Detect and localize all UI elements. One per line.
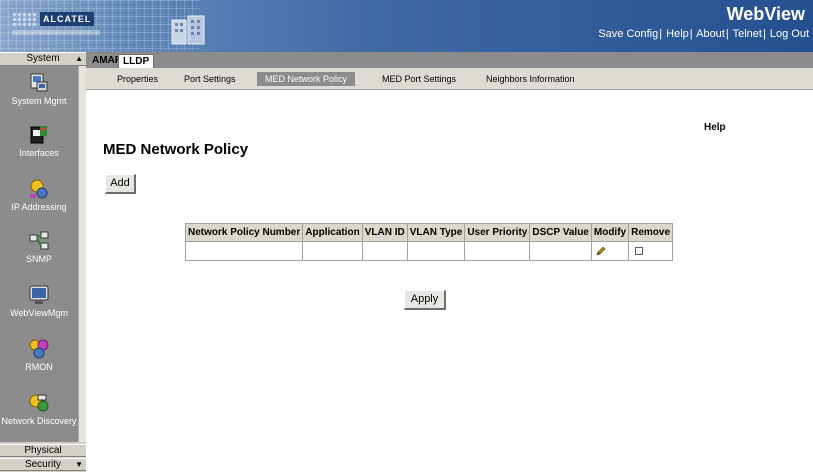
about-link[interactable]: About [696, 28, 725, 40]
remove-checkbox[interactable] [635, 246, 644, 255]
interfaces-icon [30, 126, 47, 144]
sidebar-item-label: Interfaces [19, 148, 59, 158]
sidebar-section-system[interactable]: System ▲ [0, 52, 86, 66]
tab-properties[interactable]: Properties [117, 72, 158, 86]
tab-lldp[interactable]: LLDP [118, 54, 155, 68]
logo-text: ALCATEL [40, 12, 95, 26]
tab-med-port-settings[interactable]: MED Port Settings [382, 72, 456, 86]
table-header-row: Network Policy Number Application VLAN I… [184, 223, 673, 242]
modify-cell [590, 241, 630, 261]
table-cell [406, 241, 466, 261]
policy-table: Network Policy Number Application VLAN I… [184, 223, 673, 261]
caret-down-icon[interactable]: ▼ [75, 459, 83, 470]
sidebar-section-security[interactable]: Security ▼ [0, 458, 86, 471]
sidebar-item-label: IP Addressing [11, 202, 67, 212]
column-header: DSCP Value [529, 223, 592, 242]
telnet-link[interactable]: Telnet [733, 28, 762, 40]
column-header: Modify [590, 223, 630, 242]
sidebar-item-system-mgmt[interactable]: System Mgmt [0, 72, 78, 120]
link-separator: | [659, 28, 663, 40]
add-button[interactable]: Add [105, 174, 136, 194]
link-separator: | [762, 28, 766, 40]
apply-button[interactable]: Apply [404, 290, 446, 310]
sidebar-item-rmon[interactable]: RMON [0, 338, 78, 386]
ip-addressing-icon [30, 179, 48, 199]
pencil-icon[interactable] [596, 246, 606, 256]
sidebar-section-physical[interactable]: Physical [0, 444, 86, 457]
help-link[interactable]: Help [704, 122, 726, 133]
table-cell [529, 241, 592, 261]
building-icon [171, 15, 205, 45]
sidebar-section-label: System [26, 53, 60, 64]
sidebar-item-snmp[interactable]: SNMP [0, 230, 78, 278]
tab-neighbors-information[interactable]: Neighbors Information [486, 72, 575, 86]
column-header: User Priority [464, 223, 531, 242]
sub-tab-bar: Properties Port Settings MED Network Pol… [86, 68, 813, 90]
table-cell [302, 241, 363, 261]
column-header: Network Policy Number [184, 223, 304, 242]
tab-med-network-policy[interactable]: MED Network Policy [257, 72, 356, 86]
table-cell [184, 241, 304, 261]
sidebar-item-interfaces[interactable]: Interfaces [0, 124, 78, 172]
sidebar-item-label: Network Discovery [1, 416, 77, 426]
sidebar: System ▲ System Mgmt Interfaces IP Addre… [0, 52, 86, 472]
table-row [184, 241, 673, 261]
page-title: MED Network Policy [103, 141, 249, 158]
help-link-header[interactable]: Help [666, 28, 689, 40]
main-tab-bar: AMAP LLDP [86, 52, 813, 68]
sidebar-scrollbar[interactable] [78, 66, 86, 442]
sidebar-item-webview-mgmt[interactable]: WebViewMgm [0, 284, 78, 332]
sidebar-item-ip-addressing[interactable]: IP Addressing [0, 178, 78, 226]
header-banner: ALCATEL WebView Save Config| Help| About… [0, 0, 813, 52]
table-cell [464, 241, 531, 261]
column-header: VLAN Type [406, 223, 466, 242]
link-separator: | [725, 28, 729, 40]
sidebar-item-label: RMON [25, 362, 53, 372]
sidebar-item-label: System Mgmt [11, 96, 67, 106]
system-mgmt-icon [30, 73, 48, 92]
app-title: WebView [726, 4, 805, 24]
logo: ALCATEL [12, 12, 95, 26]
network-discovery-icon [29, 394, 49, 412]
sidebar-section-label: Security [24, 459, 62, 470]
column-header: VLAN ID [361, 223, 408, 242]
table-cell [361, 241, 408, 261]
column-header: Application [302, 223, 363, 242]
sidebar-item-label: SNMP [25, 254, 52, 264]
sidebar-item-label: WebViewMgm [10, 308, 68, 318]
caret-up-icon[interactable]: ▲ [75, 53, 83, 65]
save-config-link[interactable]: Save Config [598, 28, 658, 40]
logo-dots-icon [12, 12, 38, 26]
snmp-icon [29, 231, 49, 250]
remove-cell [628, 241, 673, 261]
webview-mgmt-icon [29, 285, 49, 304]
logout-link[interactable]: Log Out [770, 28, 809, 40]
header-links: Save Config| Help| About| Telnet| Log Ou… [598, 28, 809, 40]
link-separator: | [689, 28, 693, 40]
sidebar-panel: System Mgmt Interfaces IP Addressing SNM… [0, 66, 78, 442]
rmon-icon [29, 339, 49, 359]
logo-subtitle-bar [12, 30, 100, 35]
tab-port-settings[interactable]: Port Settings [184, 72, 236, 86]
sidebar-item-network-discovery[interactable]: Network Discovery [0, 392, 78, 440]
column-header: Remove [628, 223, 673, 242]
